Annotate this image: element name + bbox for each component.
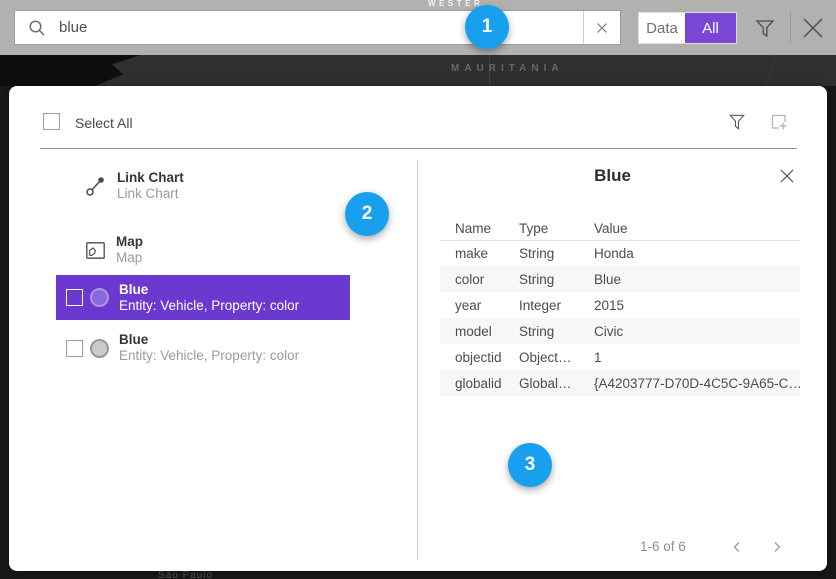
add-selection-icon xyxy=(769,112,789,132)
list-item-subtitle: Map xyxy=(116,250,143,266)
list-item-blue[interactable]: Blue Entity: Vehicle, Property: color xyxy=(56,328,350,368)
clear-search-button[interactable] xyxy=(583,11,620,44)
cell-name: model xyxy=(440,324,519,339)
map-background: MAURITANIA xyxy=(0,55,836,86)
filter-funnel-icon xyxy=(753,16,777,40)
cell-name: make xyxy=(440,246,519,261)
list-item-title: Blue xyxy=(119,332,299,348)
table-header-divider xyxy=(440,240,800,241)
cell-name: year xyxy=(440,298,519,313)
cell-value: Blue xyxy=(594,272,800,287)
map-label-top: WESTER xyxy=(428,0,483,8)
cell-type: String xyxy=(519,272,594,287)
close-x-icon xyxy=(799,14,827,42)
app-screen: Data All MAURITANIA WESTER São Paulo Sel… xyxy=(0,0,836,579)
item-checkbox[interactable] xyxy=(66,289,83,306)
entity-circle-icon xyxy=(90,339,109,358)
list-item-map[interactable]: Map Map xyxy=(56,230,350,270)
search-icon xyxy=(28,19,46,37)
callout-badge-3: 3 xyxy=(508,443,552,487)
map-landmass-shape xyxy=(0,55,140,86)
list-item-subtitle: Entity: Vehicle, Property: color xyxy=(119,298,299,314)
add-to-selection-button[interactable] xyxy=(769,112,789,132)
cell-name: objectid xyxy=(440,350,519,365)
list-item-title: Blue xyxy=(119,282,299,298)
close-x-icon xyxy=(778,167,796,185)
cell-type: Global… xyxy=(519,376,594,391)
table-header-row: Name Type Value xyxy=(440,217,800,240)
attribute-table: Name Type Value make String Honda color … xyxy=(440,217,800,396)
chevron-right-icon xyxy=(770,540,784,554)
callout-badge-2: 2 xyxy=(345,192,389,236)
cell-value: Honda xyxy=(594,246,800,261)
filter-funnel-icon xyxy=(727,112,747,132)
cell-name: color xyxy=(440,272,519,287)
column-header-name: Name xyxy=(440,221,519,236)
toggle-all-button[interactable]: All xyxy=(685,13,736,43)
search-box[interactable] xyxy=(14,10,621,45)
list-item-link-chart[interactable]: Link Chart Link Chart xyxy=(56,166,350,206)
table-row[interactable]: model String Civic xyxy=(440,318,800,344)
cell-name: globalid xyxy=(440,376,519,391)
search-results-panel: Select All Link Chart Link Char xyxy=(9,86,827,571)
toggle-data-button[interactable]: Data xyxy=(639,13,685,43)
panel-header-divider xyxy=(40,148,797,149)
column-header-value: Value xyxy=(594,221,800,236)
map-icon xyxy=(85,240,106,261)
detail-title: Blue xyxy=(440,166,785,186)
cell-value: 1 xyxy=(594,350,800,365)
table-row[interactable]: color String Blue xyxy=(440,266,800,292)
table-row[interactable]: make String Honda xyxy=(440,240,800,266)
list-item-blue-selected[interactable]: Blue Entity: Vehicle, Property: color xyxy=(56,275,350,320)
column-header-type: Type xyxy=(519,221,594,236)
list-item-subtitle: Entity: Vehicle, Property: color xyxy=(119,348,299,364)
cell-value: {A4203777-D70D-4C5C-9A65-C… xyxy=(594,376,800,391)
table-row[interactable]: objectid Object… 1 xyxy=(440,344,800,370)
detail-close-button[interactable] xyxy=(778,167,796,185)
list-item-title: Link Chart xyxy=(117,170,184,186)
cell-type: Integer xyxy=(519,298,594,313)
next-page-button[interactable] xyxy=(766,536,788,558)
cell-value: Civic xyxy=(594,324,800,339)
list-detail-divider xyxy=(417,160,418,560)
select-all-label: Select All xyxy=(75,115,133,131)
entity-circle-icon xyxy=(90,288,109,307)
table-row[interactable]: globalid Global… {A4203777-D70D-4C5C-9A6… xyxy=(440,370,800,396)
map-label-bottom: São Paulo xyxy=(158,570,213,579)
close-search-button[interactable] xyxy=(799,14,827,42)
table-body: make String Honda color String Blue year… xyxy=(440,240,800,396)
table-row[interactable]: year Integer 2015 xyxy=(440,292,800,318)
search-scope-toggle: Data All xyxy=(638,12,737,44)
clear-x-icon xyxy=(595,21,609,35)
toolbar-divider xyxy=(790,11,791,44)
select-all-checkbox[interactable] xyxy=(43,113,60,130)
cell-value: 2015 xyxy=(594,298,800,313)
results-filter-button[interactable] xyxy=(727,112,747,132)
search-toolbar: Data All xyxy=(0,0,836,55)
prev-page-button[interactable] xyxy=(726,536,748,558)
cell-type: String xyxy=(519,324,594,339)
toolbar-filter-button[interactable] xyxy=(753,16,777,40)
cell-type: Object… xyxy=(519,350,594,365)
list-item-title: Map xyxy=(116,234,143,250)
list-item-subtitle: Link Chart xyxy=(117,186,184,202)
map-border-line-2 xyxy=(765,55,776,86)
link-chart-icon xyxy=(85,175,107,197)
cell-type: String xyxy=(519,246,594,261)
map-country-label: MAURITANIA xyxy=(451,63,564,74)
pagination-label: 1-6 of 6 xyxy=(640,539,686,554)
callout-badge-1: 1 xyxy=(465,5,509,49)
chevron-left-icon xyxy=(730,540,744,554)
item-checkbox[interactable] xyxy=(66,340,83,357)
